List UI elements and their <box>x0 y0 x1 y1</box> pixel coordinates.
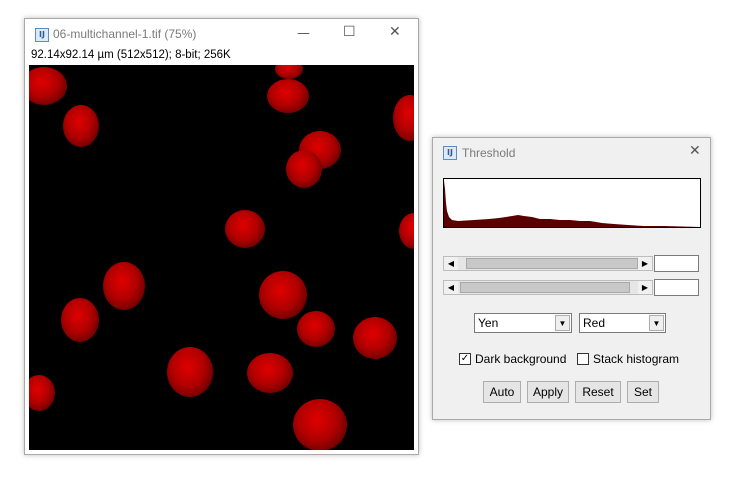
nucleus <box>286 150 322 188</box>
nucleus <box>297 311 335 347</box>
method-value: Yen <box>478 316 499 330</box>
image-titlebar[interactable]: IJ 06-multichannel-1.tif (75%) — ☐ ✕ <box>25 19 418 49</box>
nucleus <box>275 65 303 79</box>
threshold-window-title: Threshold <box>462 146 516 160</box>
threshold-titlebar[interactable]: IJ Threshold ✕ <box>433 138 710 168</box>
scroll-left-icon[interactable]: ◀ <box>444 257 458 270</box>
nucleus <box>353 317 397 359</box>
lower-threshold-slider[interactable]: ◀ ▶ <box>443 256 653 271</box>
histogram <box>443 178 701 228</box>
minimize-icon[interactable]: — <box>297 26 310 41</box>
upper-threshold-slider[interactable]: ◀ ▶ <box>443 280 653 295</box>
scroll-left-icon[interactable]: ◀ <box>444 281 458 294</box>
display-mode-select[interactable]: Red ▼ <box>579 313 666 333</box>
nucleus <box>167 347 213 397</box>
auto-button[interactable]: Auto <box>483 381 521 403</box>
scroll-right-icon[interactable]: ▶ <box>638 257 652 270</box>
lower-threshold-field[interactable] <box>654 255 699 272</box>
nucleus <box>247 353 293 393</box>
nucleus <box>393 95 414 141</box>
nucleus <box>293 399 347 450</box>
nucleus <box>61 298 99 342</box>
close-icon[interactable]: ✕ <box>689 143 701 159</box>
maximize-icon[interactable]: ☐ <box>343 24 356 40</box>
checkbox-label: Stack histogram <box>593 352 680 366</box>
close-icon[interactable]: ✕ <box>389 24 401 40</box>
threshold-window: IJ Threshold ✕ ◀ ▶ ◀ ▶ Yen ▼ Red ▼ ✓ Dar… <box>432 137 711 420</box>
set-button[interactable]: Set <box>627 381 659 403</box>
method-select[interactable]: Yen ▼ <box>474 313 572 333</box>
nucleus <box>103 262 145 310</box>
scroll-right-icon[interactable]: ▶ <box>638 281 652 294</box>
nucleus <box>399 213 414 249</box>
checkbox-box[interactable] <box>577 353 589 365</box>
image-window: IJ 06-multichannel-1.tif (75%) — ☐ ✕ 92.… <box>24 18 419 455</box>
nucleus <box>267 79 309 113</box>
nucleus <box>29 67 67 105</box>
display-mode-value: Red <box>583 316 606 330</box>
chevron-down-icon: ▼ <box>649 315 664 331</box>
image-window-title: 06-multichannel-1.tif (75%) <box>53 27 197 41</box>
nucleus <box>29 375 55 411</box>
nucleus <box>259 271 307 319</box>
image-info: 92.14x92.14 µm (512x512); 8-bit; 256K <box>31 49 231 61</box>
chevron-down-icon: ▼ <box>555 315 570 331</box>
checkbox-label: Dark background <box>475 352 567 366</box>
slider-thumb[interactable] <box>466 258 638 269</box>
image-canvas[interactable] <box>29 65 414 450</box>
imagej-icon: IJ <box>35 28 49 42</box>
histogram-plot <box>444 181 700 227</box>
nucleus <box>225 210 265 248</box>
apply-button[interactable]: Apply <box>527 381 569 403</box>
reset-button[interactable]: Reset <box>575 381 621 403</box>
upper-threshold-field[interactable] <box>654 279 699 296</box>
imagej-icon: IJ <box>443 146 457 160</box>
checkbox-box[interactable]: ✓ <box>459 353 471 365</box>
nucleus <box>63 105 99 147</box>
slider-thumb[interactable] <box>460 282 630 293</box>
